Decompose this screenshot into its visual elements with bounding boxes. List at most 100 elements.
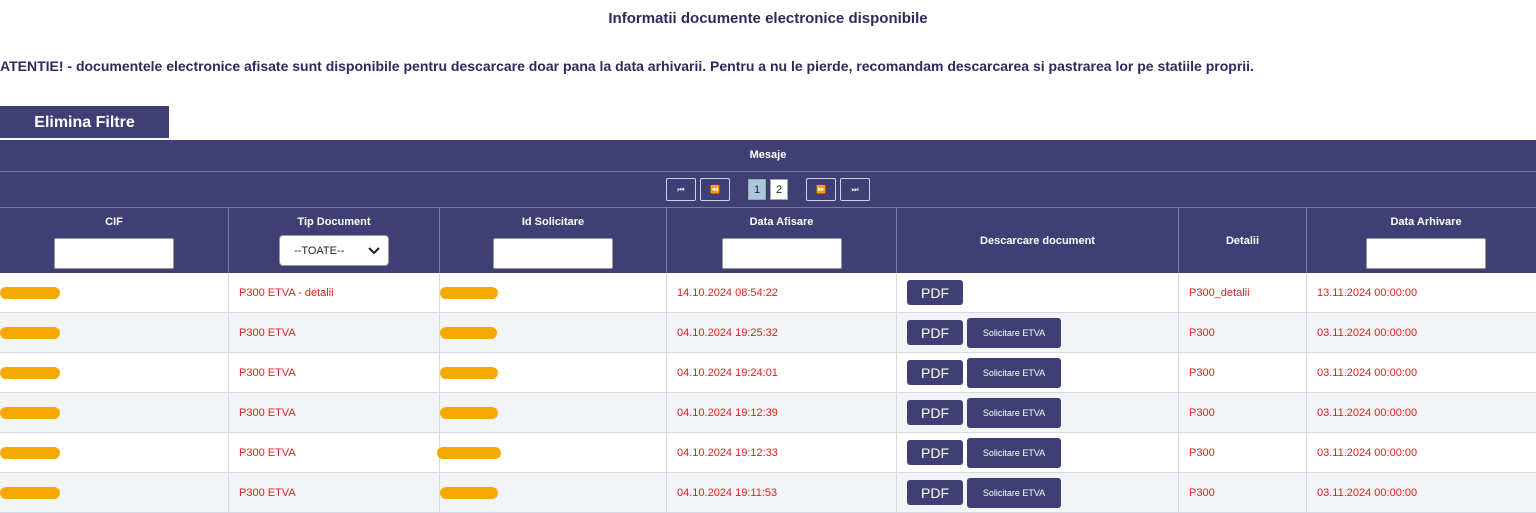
- redaction-mark: [0, 326, 60, 339]
- table-row: P300 ETVA 04.10.2024 19:12:39 PDF Solici…: [0, 393, 1536, 433]
- descarcare-header-label: Descarcare document: [980, 234, 1095, 247]
- previous-page-button[interactable]: ⏪: [700, 178, 730, 201]
- next-page-button[interactable]: ⏩: [806, 178, 836, 201]
- descarcare-cell: PDF: [897, 273, 1179, 312]
- pdf-download-button[interactable]: PDF: [907, 280, 963, 305]
- column-header-tip-document: Tip Document --TOATE--: [229, 208, 440, 273]
- detalii-cell[interactable]: P300: [1179, 433, 1307, 472]
- data-arhivare-cell: 13.11.2024 00:00:00: [1307, 273, 1536, 312]
- descarcare-cell: PDF Solicitare ETVA: [897, 313, 1179, 352]
- data-afisare-filter-input[interactable]: [721, 238, 842, 269]
- data-afisare-header-label: Data Afisare: [749, 216, 814, 228]
- page-title: Informatii documente electronice disponi…: [608, 10, 928, 27]
- grid-header-row: CIF Tip Document --TOATE-- Id Solicitare…: [0, 208, 1536, 273]
- data-afisare-cell: 04.10.2024 19:11:53: [667, 473, 897, 512]
- tip-document-cell: P300 ETVA: [229, 393, 440, 432]
- data-arhivare-header-label: Data Arhivare: [1390, 216, 1462, 228]
- cif-cell: [0, 473, 229, 512]
- tip-document-header-label: Tip Document: [297, 216, 371, 228]
- redaction-mark: [440, 486, 498, 499]
- tip-document-cell: P300 ETVA - detalii: [229, 273, 440, 312]
- data-arhivare-cell: 03.11.2024 00:00:00: [1307, 393, 1536, 432]
- data-arhivare-cell: 03.11.2024 00:00:00: [1307, 313, 1536, 352]
- column-header-id-solicitare: Id Solicitare: [440, 208, 667, 273]
- id-solicitare-cell: [440, 473, 667, 512]
- descarcare-cell: PDF Solicitare ETVA: [897, 353, 1179, 392]
- column-header-data-arhivare: Data Arhivare: [1307, 208, 1536, 273]
- data-arhivare-cell: 03.11.2024 00:00:00: [1307, 353, 1536, 392]
- redaction-mark: [0, 286, 60, 299]
- tip-document-filter-select[interactable]: --TOATE--: [279, 235, 389, 266]
- id-solicitare-cell: [440, 353, 667, 392]
- pdf-download-button[interactable]: PDF: [907, 320, 963, 345]
- solicitare-etva-button[interactable]: Solicitare ETVA: [967, 357, 1061, 388]
- detalii-cell[interactable]: P300: [1179, 473, 1307, 512]
- cif-cell: [0, 273, 229, 312]
- column-header-data-afisare: Data Afisare: [667, 208, 897, 273]
- detalii-cell[interactable]: P300: [1179, 393, 1307, 432]
- pager: ⏮ ⏪ 1 2 ⏩ ⏭: [0, 172, 1536, 208]
- data-afisare-cell: 04.10.2024 19:12:33: [667, 433, 897, 472]
- pdf-download-button[interactable]: PDF: [907, 360, 963, 385]
- table-row: P300 ETVA 04.10.2024 19:11:53 PDF Solici…: [0, 473, 1536, 513]
- solicitare-etva-button[interactable]: Solicitare ETVA: [967, 477, 1061, 508]
- column-header-detalii: Detalii: [1179, 208, 1307, 273]
- page-number-2[interactable]: 2: [770, 179, 788, 200]
- column-header-cif: CIF: [0, 208, 229, 273]
- tip-document-filter-value: --TOATE--: [294, 244, 345, 257]
- detalii-cell[interactable]: P300_detalii: [1179, 273, 1307, 312]
- page-number-1[interactable]: 1: [748, 179, 766, 200]
- data-afisare-cell: 04.10.2024 19:25:32: [667, 313, 897, 352]
- id-solicitare-cell: [440, 273, 667, 312]
- detalii-cell[interactable]: P300: [1179, 353, 1307, 392]
- redaction-mark: [440, 286, 498, 299]
- tip-document-cell: P300 ETVA: [229, 473, 440, 512]
- cif-cell: [0, 353, 229, 392]
- data-arhivare-filter-input[interactable]: [1366, 238, 1486, 269]
- data-afisare-cell: 04.10.2024 19:24:01: [667, 353, 897, 392]
- id-solicitare-header-label: Id Solicitare: [521, 216, 585, 228]
- pdf-download-button[interactable]: PDF: [907, 400, 963, 425]
- data-arhivare-cell: 03.11.2024 00:00:00: [1307, 473, 1536, 512]
- descarcare-cell: PDF Solicitare ETVA: [897, 433, 1179, 472]
- grid-body: P300 ETVA - detalii 14.10.2024 08:54:22 …: [0, 273, 1536, 513]
- data-afisare-cell: 04.10.2024 19:12:39: [667, 393, 897, 432]
- id-solicitare-filter-input[interactable]: [493, 238, 613, 269]
- redaction-mark: [440, 366, 498, 379]
- solicitare-etva-button[interactable]: Solicitare ETVA: [967, 317, 1061, 348]
- redaction-mark: [440, 326, 497, 339]
- id-solicitare-cell: [437, 433, 667, 472]
- pdf-download-button[interactable]: PDF: [907, 480, 963, 505]
- clear-filters-button[interactable]: Elimina Filtre: [0, 106, 169, 138]
- descarcare-cell: PDF Solicitare ETVA: [897, 393, 1179, 432]
- redaction-mark: [0, 446, 60, 459]
- detalii-header-label: Detalii: [1225, 234, 1259, 247]
- redaction-mark: [0, 406, 60, 419]
- cif-cell: [0, 393, 229, 432]
- cif-cell: [0, 313, 229, 352]
- column-header-descarcare: Descarcare document: [897, 208, 1179, 273]
- tip-document-cell: P300 ETVA: [229, 433, 440, 472]
- tip-document-cell: P300 ETVA: [229, 353, 440, 392]
- table-row: P300 ETVA 04.10.2024 19:25:32 PDF Solici…: [0, 313, 1536, 353]
- pdf-download-button[interactable]: PDF: [907, 440, 963, 465]
- chevron-down-icon: [368, 246, 380, 254]
- cif-filter-input[interactable]: [54, 238, 174, 269]
- cif-header-label: CIF: [105, 216, 123, 228]
- table-row: P300 ETVA - detalii 14.10.2024 08:54:22 …: [0, 273, 1536, 313]
- solicitare-etva-button[interactable]: Solicitare ETVA: [967, 437, 1061, 468]
- redaction-mark: [437, 446, 501, 459]
- messages-grid: Mesaje ⏮ ⏪ 1 2 ⏩ ⏭ CIF Tip Document --TO…: [0, 140, 1536, 513]
- detalii-cell[interactable]: P300: [1179, 313, 1307, 352]
- data-arhivare-cell: 03.11.2024 00:00:00: [1307, 433, 1536, 472]
- descarcare-cell: PDF Solicitare ETVA: [897, 473, 1179, 512]
- first-page-button[interactable]: ⏮: [666, 178, 696, 201]
- last-page-button[interactable]: ⏭: [840, 178, 870, 201]
- table-row: P300 ETVA 04.10.2024 19:24:01 PDF Solici…: [0, 353, 1536, 393]
- solicitare-etva-button[interactable]: Solicitare ETVA: [967, 397, 1061, 428]
- redaction-mark: [0, 366, 60, 379]
- id-solicitare-cell: [440, 393, 667, 432]
- archive-warning-text: ATENTIE! - documentele electronice afisa…: [0, 58, 1254, 74]
- redaction-mark: [440, 406, 498, 419]
- table-row: P300 ETVA 04.10.2024 19:12:33 PDF Solici…: [0, 433, 1536, 473]
